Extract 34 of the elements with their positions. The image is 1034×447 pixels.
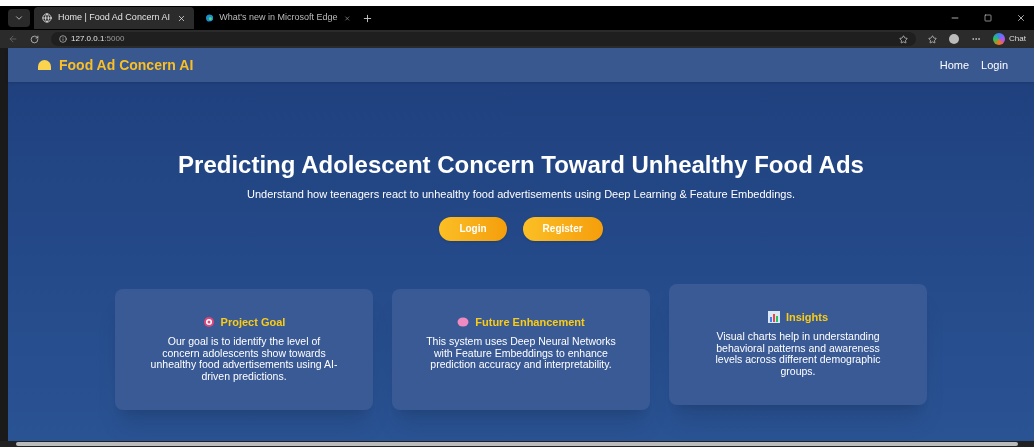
close-window-icon[interactable]	[1016, 13, 1026, 23]
hero-subtitle: Understand how teenagers react to unhealthy food advertisements using Deep Learning & Feature Embeddings.	[247, 187, 795, 202]
nav-link[interactable]: Login	[981, 56, 1008, 74]
url-field[interactable]: 127.0.0.1:5000	[51, 32, 917, 46]
bar-chart-icon	[767, 310, 780, 323]
chat-label[interactable]: Chat	[1009, 33, 1026, 45]
profile-avatar[interactable]	[949, 34, 960, 44]
info-icon	[59, 35, 67, 43]
close-icon[interactable]	[177, 13, 186, 23]
tab-title: What's new in Microsoft Edge	[219, 11, 338, 25]
url-host: 127.0.0.1	[71, 33, 105, 45]
url-port: :5000	[104, 33, 125, 45]
tab-title: Home | Food Ad Concern AI	[58, 11, 171, 25]
scrollbar-thumb[interactable]	[16, 442, 1018, 446]
new-tab-icon[interactable]	[362, 12, 373, 24]
card-title: Insights	[785, 309, 829, 325]
favorites-icon[interactable]	[928, 34, 938, 44]
card-text: Our goal is to identify the level of concern adolescents show towards unhealthy food advertisements using AI-driven predictions.	[149, 336, 339, 382]
card-text: This system uses Deep Neural Networks with Feature Embeddings to enhance prediction accuracy and interpretability.	[425, 336, 617, 371]
target-icon	[202, 315, 215, 328]
brand-name[interactable]: Food Ad Concern AI	[59, 54, 194, 76]
chevron-down-icon	[14, 13, 24, 23]
favorite-icon[interactable]	[899, 34, 909, 44]
edge-icon	[206, 13, 214, 23]
card-text: Visual charts help in understanding behavioral patterns and awareness levels across different demographic groups.	[714, 331, 882, 377]
reload-icon[interactable]	[30, 34, 39, 44]
globe-icon	[42, 13, 52, 23]
browser-tab[interactable]: Home | Food Ad Concern AI	[34, 7, 194, 29]
card-title: Future Enhancement	[475, 314, 585, 330]
copilot-icon[interactable]	[993, 33, 1006, 45]
nav-link[interactable]: Home	[939, 56, 970, 74]
maximize-icon[interactable]	[984, 14, 992, 22]
card-title: Project Goal	[220, 314, 286, 330]
hero-title: Predicting Adolescent Concern Toward Unhealthy Food Ads	[178, 150, 864, 180]
